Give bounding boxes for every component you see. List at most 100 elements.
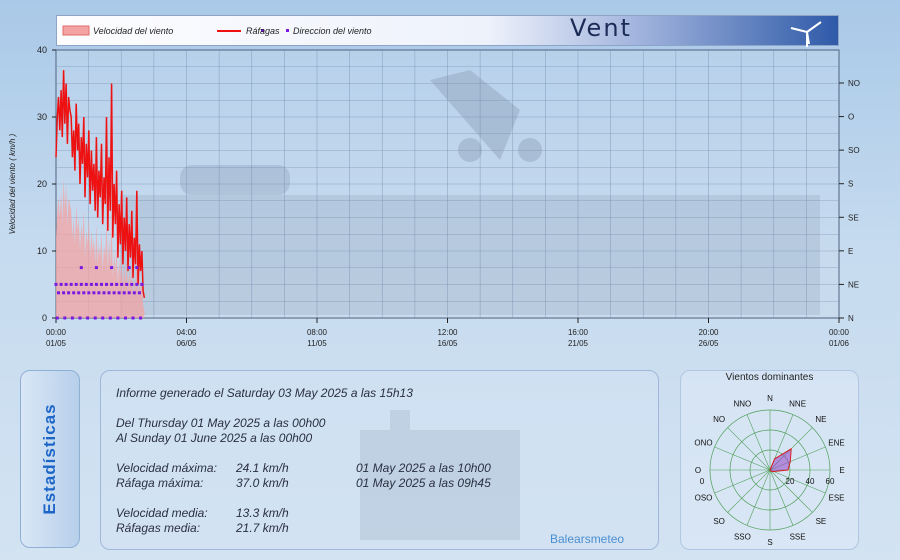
max-speed-time: 01 May 2025 a las 10h00 [356, 461, 491, 475]
rose-direction-label: SSO [734, 533, 751, 542]
stats-tab[interactable]: Estadísticas [20, 370, 80, 548]
rose-direction-label: NE [815, 415, 826, 424]
direction-point [100, 282, 103, 286]
x-tick-time: 08:00 [307, 328, 328, 337]
direction-point [127, 266, 131, 270]
direction-point [101, 316, 105, 320]
rose-direction-label: NO [713, 415, 725, 424]
rose-direction-label: N [767, 394, 773, 403]
rose-direction-label: S [767, 538, 772, 547]
wind-rose-chart: N NNE NE ENE E ESE SE SSE S SSO SO OSO O ONO NO NNO 0 20 4… [694, 394, 844, 547]
x-tick-time: 00:00 [46, 328, 67, 337]
direction-point [132, 291, 136, 295]
direction-point [125, 282, 129, 286]
rose-scale-label: 40 [806, 477, 815, 486]
max-gust-value: 37.0 km/h [236, 476, 289, 490]
stats-tab-label: Estadísticas [40, 403, 59, 515]
direction-tick-label: E [848, 247, 853, 256]
report-generated-line: Informe generado el Saturday 03 May 2025… [116, 386, 413, 400]
direction-point [59, 282, 63, 286]
direction-point [57, 291, 60, 295]
direction-tick-label: SO [848, 146, 860, 155]
avg-gust-value: 21.7 km/h [236, 521, 289, 535]
x-tick-date: 11/05 [307, 339, 327, 348]
x-tick-date: 16/05 [437, 339, 458, 348]
direction-point [77, 291, 81, 295]
direction-point [130, 282, 134, 286]
direction-point [112, 291, 116, 295]
direction-point [63, 316, 67, 320]
brand-link[interactable]: Balearsmeteo [550, 532, 624, 546]
rose-direction-label: E [839, 466, 844, 475]
direction-point [84, 282, 88, 286]
max-gust-label: Ráfaga máxima: [116, 476, 204, 490]
direction-point [94, 282, 98, 286]
direction-point [116, 316, 120, 320]
direction-tick-label: S [848, 180, 853, 189]
rose-direction-label: SSE [790, 533, 806, 542]
direction-point [107, 291, 111, 295]
direction-point [69, 282, 73, 286]
rose-scale-label: 20 [786, 477, 795, 486]
direction-tick-label: N [848, 314, 854, 323]
x-tick-date: 21/05 [568, 339, 589, 348]
x-tick-date: 01/05 [46, 339, 67, 348]
direction-point [127, 291, 131, 295]
direction-tick-label: SE [848, 213, 859, 222]
x-tick-time: 00:00 [829, 328, 850, 337]
direction-point [87, 291, 91, 295]
x-tick-time: 12:00 [437, 328, 458, 337]
direction-point [139, 316, 143, 320]
direction-point [117, 291, 121, 295]
y-tick-label: 30 [37, 112, 47, 122]
period-to-line: Al Sunday 01 June 2025 a las 00h00 [116, 431, 313, 445]
direction-point [137, 291, 141, 295]
rose-spoke [727, 469, 771, 513]
rose-direction-label: SE [816, 517, 827, 526]
x-tick-date: 26/05 [698, 339, 719, 348]
direction-point [131, 316, 135, 320]
x-tick-time: 20:00 [698, 328, 719, 337]
direction-tick-label: O [848, 113, 854, 122]
rose-direction-label: NNO [734, 400, 752, 409]
rose-direction-label: NNE [789, 400, 806, 409]
direction-point [122, 291, 126, 295]
direction-point [62, 291, 66, 295]
direction-point [115, 282, 119, 286]
direction-point [140, 282, 144, 286]
max-speed-value: 24.1 km/h [236, 461, 289, 475]
x-tick-date: 01/06 [829, 339, 850, 348]
avg-gust-label: Ráfagas media: [116, 521, 201, 535]
max-gust-time: 01 May 2025 a las 09h45 [356, 476, 491, 490]
direction-point [79, 266, 83, 270]
y-axis-label: Velocidad del viento ( km/h ) [8, 133, 17, 234]
rose-direction-label: ONO [694, 438, 712, 447]
direction-point [67, 291, 71, 295]
direction-point [79, 282, 83, 286]
direction-point [97, 291, 101, 295]
direction-point [82, 291, 86, 295]
direction-tick-label: NO [848, 79, 860, 88]
direction-point [120, 282, 124, 286]
direction-point [89, 282, 93, 286]
direction-point [135, 266, 139, 270]
direction-point [124, 316, 127, 320]
wind-rose-title: Vientos dominantes [725, 372, 814, 383]
y-tick-label: 0 [42, 313, 47, 323]
direction-point [78, 316, 82, 320]
direction-point [94, 266, 98, 270]
direction-point [135, 282, 139, 286]
rose-scale-label: 0 [700, 477, 705, 486]
direction-point [110, 282, 114, 286]
avg-speed-label: Velocidad media: [116, 506, 208, 520]
direction-point [92, 291, 96, 295]
x-tick-time: 04:00 [176, 328, 197, 337]
direction-tick-label: NE [848, 280, 859, 289]
rose-polygon [769, 447, 792, 473]
direction-point [93, 316, 97, 320]
direction-point [105, 282, 108, 286]
direction-point [108, 316, 112, 320]
direction-point [74, 282, 78, 286]
direction-point [86, 316, 90, 320]
avg-speed-value: 13.3 km/h [236, 506, 289, 520]
